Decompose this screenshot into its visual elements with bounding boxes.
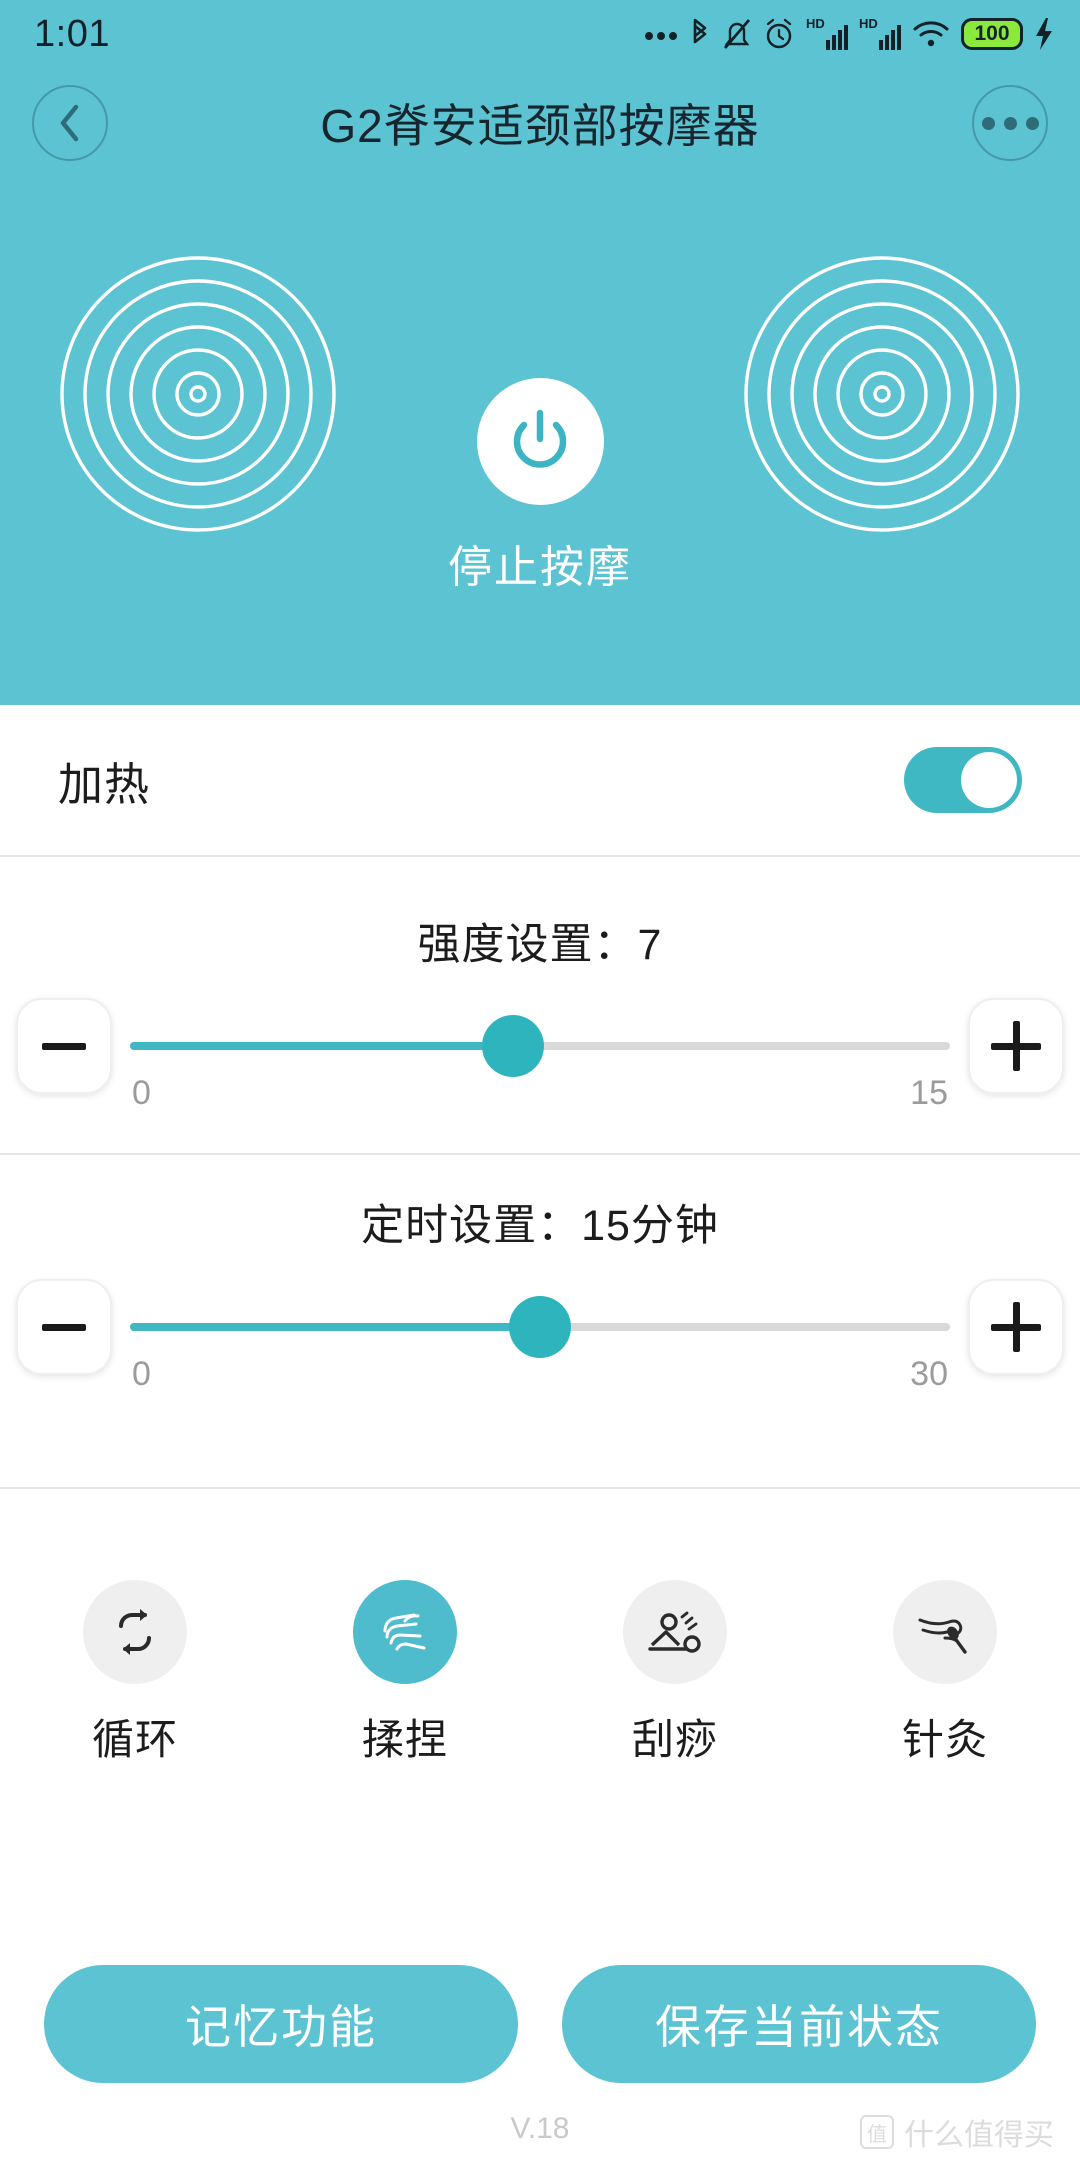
heat-row[interactable]: 加热 [0, 705, 1080, 855]
intensity-row: 0 15 [0, 998, 1080, 1112]
mode-icon-wrap-acupuncture [893, 1580, 997, 1684]
watermark: 值 什么值得买 [860, 2110, 1054, 2154]
power-status-label: 停止按摩 [448, 543, 632, 592]
ripple-left-icon [60, 256, 336, 532]
more-options-icon [981, 116, 1039, 130]
plus-icon [991, 1021, 1041, 1071]
intensity-decrease-button[interactable] [16, 998, 112, 1094]
battery-indicator: 100 [961, 18, 1023, 50]
mode-item-guasha[interactable]: 刮痧 [575, 1580, 775, 1767]
intensity-min-label: 0 [132, 1074, 151, 1112]
minus-icon [42, 1042, 86, 1050]
power-control: 停止按摩 [448, 378, 632, 595]
timer-title: 定时设置：15分钟 [361, 1202, 719, 1250]
watermark-text: 什么值得买 [904, 2119, 1054, 2152]
intensity-block: 强度设置：7 0 15 [0, 910, 1080, 1112]
app-bar: G2脊安适颈部按摩器 [0, 68, 1080, 178]
intensity-thumb[interactable] [481, 1015, 544, 1077]
intensity-increase-button[interactable] [968, 998, 1064, 1094]
heat-label: 加热 [58, 758, 151, 810]
mode-selector: 循环 揉捏 刮痧 针灸 [0, 1580, 1080, 1767]
mode-label-cycle: 循环 [91, 1716, 178, 1763]
timer-slider[interactable]: 0 30 [130, 1279, 950, 1393]
hd-signal-1-icon: HD [806, 16, 848, 52]
power-button[interactable] [476, 378, 604, 505]
timer-min-label: 0 [132, 1355, 151, 1393]
mode-icon-wrap-cycle [83, 1580, 187, 1684]
ripple-right-icon [744, 256, 1020, 532]
timer-increase-button[interactable] [968, 1279, 1064, 1375]
back-arrow-icon [60, 104, 79, 142]
mode-item-knead[interactable]: 揉捏 [305, 1580, 505, 1767]
mode-label-knead: 揉捏 [361, 1716, 448, 1763]
mode-item-acupuncture[interactable]: 针灸 [845, 1580, 1045, 1767]
mode-icon-wrap-guasha [623, 1580, 727, 1684]
page-title: G2脊安适颈部按摩器 [320, 100, 760, 152]
timer-thumb[interactable] [509, 1296, 571, 1358]
guasha-icon [648, 1611, 701, 1653]
svg-text:HD: HD [859, 16, 878, 31]
heat-toggle-knob [961, 752, 1017, 808]
back-button[interactable] [32, 85, 108, 161]
mode-label-guasha: 刮痧 [631, 1716, 718, 1763]
timer-track-fill [130, 1323, 540, 1331]
timer-block: 定时设置：15分钟 0 30 [0, 1143, 1080, 1393]
mode-label-acupuncture: 针灸 [901, 1716, 988, 1763]
svg-text:HD: HD [806, 16, 825, 31]
mode-icon-wrap-knead [353, 1580, 457, 1684]
knead-hand-icon [383, 1613, 426, 1651]
hero-body: 停止按摩 [0, 178, 1080, 705]
timer-max-label: 30 [910, 1355, 948, 1393]
wifi-icon [912, 19, 950, 49]
memory-function-button[interactable]: 记忆功能 [44, 1965, 518, 2083]
divider-after-timer [0, 1487, 1080, 1489]
divider-after-heat [0, 855, 1080, 857]
more-dots-icon [644, 27, 678, 41]
status-time: 1:01 [34, 12, 110, 55]
action-buttons: 记忆功能 保存当前状态 [0, 1965, 1080, 2083]
watermark-seal-icon: 值 [860, 2115, 894, 2149]
more-options-button[interactable] [972, 85, 1048, 161]
status-icons-group: HD HD 100 [644, 16, 1054, 52]
bluetooth-icon [689, 17, 711, 51]
hd-signal-2-icon: HD [859, 16, 901, 52]
heat-toggle[interactable] [904, 747, 1022, 813]
plus-icon [991, 1302, 1041, 1352]
intensity-track-fill [130, 1042, 513, 1050]
hero-section: G2脊安适颈部按摩器 停止按摩 [0, 68, 1080, 705]
intensity-max-label: 15 [910, 1074, 948, 1112]
vibrate-mute-icon [722, 17, 752, 51]
minus-icon [42, 1323, 86, 1331]
intensity-title: 强度设置：7 [417, 921, 663, 969]
acupuncture-icon [918, 1618, 967, 1654]
status-bar: 1:01 HD HD 100 [0, 0, 1080, 68]
alarm-icon [763, 17, 795, 51]
power-icon [513, 409, 567, 468]
charging-bolt-icon [1034, 17, 1054, 51]
mode-item-cycle[interactable]: 循环 [35, 1580, 235, 1767]
timer-decrease-button[interactable] [16, 1279, 112, 1375]
timer-row: 0 30 [0, 1279, 1080, 1393]
app-root: 1:01 HD HD 100 G2脊安适颈部按摩器 停止按摩 加热 强度设置：7… [0, 0, 1080, 2160]
loop-icon [119, 1609, 151, 1655]
intensity-slider[interactable]: 0 15 [130, 998, 950, 1112]
save-current-state-button[interactable]: 保存当前状态 [562, 1965, 1036, 2083]
